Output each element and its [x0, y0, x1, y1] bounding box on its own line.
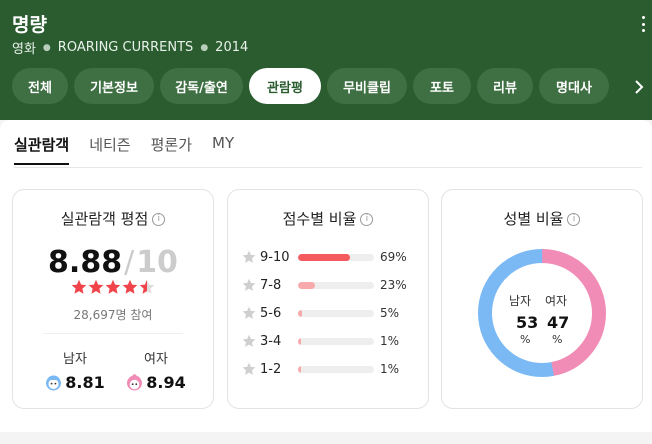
star-icon [242, 334, 256, 347]
subtab-divider [14, 167, 642, 168]
subtab-netizen[interactable]: 네티즌 [89, 134, 130, 165]
movie-title: 명량 [12, 14, 47, 36]
score-bar-track [298, 366, 374, 373]
star-rating [13, 279, 213, 295]
score-max: 10 [136, 245, 178, 280]
star-icon [139, 279, 155, 294]
review-subtabs: 실관람객 네티즌 평론가 MY [14, 134, 234, 165]
donut-female-unit: % [552, 333, 563, 346]
gender-ratio-card: 성별 비율 i 남자 여자 53 47 % % [441, 189, 643, 409]
donut-center-labels: 남자 여자 53 47 % % [476, 247, 608, 379]
page-bottom-spacer [0, 432, 652, 444]
subtab-actual-audience[interactable]: 실관람객 [14, 134, 70, 165]
participant-count: 28,697명 참여 [73, 308, 153, 322]
score-percent: 1% [380, 362, 400, 376]
male-avatar-icon [46, 375, 62, 391]
score-bar-fill [298, 366, 302, 373]
average-score: 8.88/10 [13, 245, 213, 280]
score-bar-track [298, 338, 374, 345]
rating-card: 실관람객 평점i 8.88/10 28,697명 참여 남자 8.81 여자 [12, 189, 214, 409]
score-range-row: 9-10 69% [242, 249, 407, 265]
score-percent: 5% [380, 306, 400, 320]
subtab-my[interactable]: MY [212, 134, 234, 165]
meta-year: 2014 [215, 40, 249, 55]
female-label: 여자 [144, 352, 168, 367]
score-bar-track [298, 282, 374, 289]
score-range-label: 3-4 [260, 333, 282, 349]
score-bar-fill [298, 310, 302, 317]
tab-all[interactable]: 전체 [12, 68, 68, 104]
score-slash: / [124, 245, 135, 280]
male-label: 남자 [63, 352, 87, 367]
star-icon [242, 278, 256, 291]
tab-review[interactable]: 리뷰 [477, 68, 533, 104]
score-range-row: 5-6 5% [242, 305, 399, 321]
donut-female-label: 여자 [545, 294, 568, 308]
meta-separator: ● [42, 42, 51, 53]
tab-basic-info[interactable]: 기본정보 [74, 68, 154, 104]
score-percent: 69% [380, 250, 407, 264]
gender-card-title: 성별 비율 i [442, 208, 642, 229]
tab-quotes[interactable]: 명대사 [539, 68, 609, 104]
card-divider [43, 333, 183, 334]
female-score: 8.94 [146, 373, 186, 392]
score-bar-fill [298, 254, 351, 261]
score-bar-track [298, 310, 374, 317]
donut-male-unit: % [520, 333, 531, 346]
score-range-row: 3-4 1% [242, 333, 399, 349]
score-range-label: 7-8 [260, 277, 282, 293]
score-value: 8.88 [48, 245, 123, 280]
score-bar-fill [298, 338, 302, 345]
star-icon [71, 279, 87, 294]
male-score: 8.81 [65, 373, 105, 392]
score-bar-track [298, 254, 374, 261]
chevron-right-icon[interactable] [632, 78, 646, 96]
info-icon[interactable]: i [152, 213, 166, 226]
donut-male-value: 53 [516, 313, 539, 332]
star-icon [242, 250, 256, 263]
score-range-row: 1-2 1% [242, 361, 399, 377]
donut-male-label: 남자 [509, 294, 532, 308]
meta-category: 영화 [12, 42, 36, 57]
tab-reviews-ratings[interactable]: 관람평 [249, 68, 321, 104]
female-score-block: 여자 8.94 [121, 348, 191, 392]
score-distribution-card: 점수별 비율 i 9-10 69% 7-8 23% 5-6 5% 3-4 1% 1-2 1% [227, 189, 429, 409]
tab-photos[interactable]: 포토 [413, 68, 471, 104]
score-bar-fill [298, 282, 316, 289]
star-icon [242, 306, 256, 319]
star-icon [242, 362, 256, 375]
star-icon [88, 279, 104, 294]
male-score-block: 남자 8.81 [40, 348, 110, 392]
score-percent: 1% [380, 334, 400, 348]
section-tabs: 전체 기본정보 감독/출연 관람평 무비클립 포토 리뷰 명대사 [12, 68, 609, 104]
distribution-card-title: 점수별 비율 i [228, 208, 428, 229]
star-icon [122, 279, 138, 294]
score-range-label: 5-6 [260, 305, 282, 321]
subtab-critics[interactable]: 평론가 [151, 134, 192, 165]
tab-movie-clips[interactable]: 무비클립 [327, 68, 407, 104]
score-range-label: 1-2 [260, 361, 282, 377]
female-avatar-icon [127, 374, 143, 391]
score-percent: 23% [380, 278, 407, 292]
meta-original-title: ROARING CURRENTS [57, 40, 194, 55]
star-icon [105, 279, 121, 294]
tab-director-cast[interactable]: 감독/출연 [160, 68, 243, 104]
info-icon[interactable]: i [360, 213, 374, 226]
movie-meta: 영화 ● ROARING CURRENTS ● 2014 [12, 38, 248, 57]
meta-separator: ● [200, 42, 209, 53]
score-range-label: 9-10 [260, 249, 290, 265]
donut-female-value: 47 [547, 313, 570, 332]
info-icon[interactable]: i [567, 213, 581, 226]
rating-card-title: 실관람객 평점 i [13, 208, 213, 229]
more-options-icon[interactable] [640, 16, 646, 32]
score-range-row: 7-8 23% [242, 277, 407, 293]
